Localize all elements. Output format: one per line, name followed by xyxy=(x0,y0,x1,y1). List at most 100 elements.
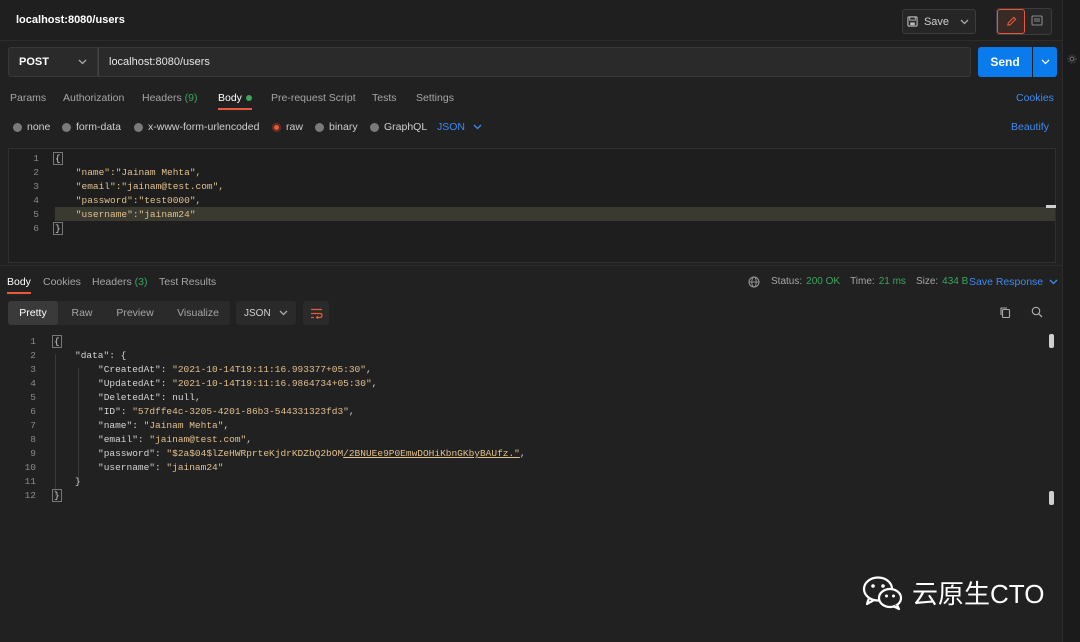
view-visualize-button[interactable]: Visualize xyxy=(166,301,230,325)
json-key: "email" xyxy=(98,434,138,445)
method-select[interactable]: POST xyxy=(8,47,98,77)
view-preview-button[interactable]: Preview xyxy=(106,301,164,325)
json-value: "2021-10-14T19:11:16.993377+05:30" xyxy=(172,364,366,375)
radio-none[interactable]: none xyxy=(13,121,50,133)
cookies-link[interactable]: Cookies xyxy=(1016,92,1054,104)
code-line: { xyxy=(52,335,62,348)
tab-headers[interactable]: Headers (9) xyxy=(142,92,197,104)
code-line: "CreatedAt": "2021-10-14T19:11:16.993377… xyxy=(98,364,372,375)
line-number: 7 xyxy=(30,420,36,431)
save-response-button[interactable]: Save Response xyxy=(969,276,1058,288)
line-number: 4 xyxy=(33,195,39,206)
status-value[interactable]: 200 OK xyxy=(806,276,840,287)
copy-icon[interactable] xyxy=(999,306,1011,322)
radio-label: none xyxy=(27,121,51,133)
line-number: 5 xyxy=(30,392,36,403)
status-label: Status: xyxy=(771,276,803,287)
radio-raw[interactable]: raw xyxy=(272,121,303,133)
tab-label: Settings xyxy=(416,92,454,104)
time-label: Time: xyxy=(850,276,875,287)
response-tab-test-results[interactable]: Test Results xyxy=(159,276,216,288)
line-number: 12 xyxy=(24,490,36,501)
watermark: 云原生CTO xyxy=(862,574,1044,611)
indent-guide xyxy=(78,368,79,482)
save-button[interactable]: Save xyxy=(902,9,954,34)
chevron-down-icon xyxy=(78,59,87,65)
tab-label: Test Results xyxy=(159,276,217,288)
save-label: Save xyxy=(923,15,950,28)
json-key: "ID" xyxy=(98,406,121,417)
code-text: : { xyxy=(109,350,127,361)
code-text: , xyxy=(194,392,201,403)
search-icon[interactable] xyxy=(1031,306,1043,321)
response-tab-body[interactable]: Body xyxy=(7,276,31,288)
document-icon xyxy=(1031,15,1043,26)
chevron-down-icon xyxy=(960,19,968,24)
code-line: } xyxy=(52,489,62,502)
line-number: 10 xyxy=(24,462,36,473)
code-line: } xyxy=(75,476,81,487)
radio-binary[interactable]: binary xyxy=(315,121,358,133)
method-value: POST xyxy=(19,56,49,68)
line-number: 11 xyxy=(24,476,36,487)
watermark-text: 云原生CTO xyxy=(912,579,1045,609)
active-tab-indicator xyxy=(218,108,252,110)
edit-mode-button[interactable] xyxy=(997,9,1025,34)
code-line: "data": { xyxy=(75,350,126,361)
tab-label: Params xyxy=(10,92,47,104)
body-format-select[interactable]: JSON xyxy=(437,121,482,133)
save-options-button[interactable] xyxy=(953,9,976,34)
time-value[interactable]: 21 ms xyxy=(879,276,906,287)
code-line: } xyxy=(53,222,63,235)
json-value: "2021-10-14T19:11:16.9864734+05:30" xyxy=(172,378,372,389)
settings-icon[interactable] xyxy=(1067,54,1077,64)
beautify-link[interactable]: Beautify xyxy=(1011,121,1049,133)
send-options-button[interactable] xyxy=(1033,47,1057,77)
line-number: 1 xyxy=(30,336,36,347)
response-tab-cookies[interactable]: Cookies xyxy=(43,276,81,288)
view-pretty-button[interactable]: Pretty xyxy=(8,301,58,325)
scrollbar-thumb[interactable] xyxy=(1049,334,1054,348)
radio-x-www-form-urlencoded[interactable]: x-www-form-urlencoded xyxy=(134,121,259,133)
wrap-lines-button[interactable] xyxy=(303,301,329,325)
tab-count: (3) xyxy=(134,276,148,288)
size-value[interactable]: 434 B xyxy=(942,276,968,287)
save-response-label: Save Response xyxy=(969,276,1044,288)
radio-label: GraphQL xyxy=(384,121,428,133)
line-number: 8 xyxy=(30,434,36,445)
code-text: { xyxy=(52,335,62,348)
tab-params[interactable]: Params xyxy=(10,92,46,104)
radio-form-data[interactable]: form-data xyxy=(62,121,121,133)
send-button[interactable]: Send xyxy=(978,47,1032,77)
request-body-editor[interactable]: 1 2 3 4 5 6 { "name":"Jainam Mehta", "em… xyxy=(8,148,1056,263)
code-text: , xyxy=(348,406,355,417)
code-line: "name": "Jainam Mehta", xyxy=(98,420,230,431)
response-divider[interactable] xyxy=(0,265,1062,266)
radio-circle xyxy=(315,122,324,132)
code-text: , xyxy=(365,364,372,375)
editor-scroll-marker[interactable] xyxy=(1046,205,1056,208)
tab-label: Headers xyxy=(142,92,182,104)
tab-count: (9) xyxy=(184,92,198,104)
tab-pre-request-script[interactable]: Pre-request Script xyxy=(271,92,356,104)
documentation-mode-button[interactable] xyxy=(1025,9,1049,32)
radio-circle-selected xyxy=(272,122,281,132)
json-value: "57dffe4c-3205-4201-86b3-544331323fd3" xyxy=(132,406,349,417)
indent-guide xyxy=(55,354,56,496)
radio-graphql[interactable]: GraphQL xyxy=(370,121,427,133)
response-tab-headers[interactable]: Headers (3) xyxy=(92,276,147,288)
code-text: , xyxy=(246,434,252,445)
url-input[interactable] xyxy=(98,47,971,77)
response-format-select[interactable]: JSON xyxy=(236,301,296,325)
view-raw-button[interactable]: Raw xyxy=(60,301,104,325)
tab-body[interactable]: Body xyxy=(218,92,252,104)
tab-settings[interactable]: Settings xyxy=(416,92,454,104)
tab-tests[interactable]: Tests xyxy=(372,92,397,104)
tab-authorization[interactable]: Authorization xyxy=(63,92,124,104)
scrollbar-thumb[interactable] xyxy=(1049,491,1054,505)
json-value-link[interactable]: /2BNUEe9P0EmwDOHiKbnGKbyBAUfz." xyxy=(343,448,520,459)
code-text: } xyxy=(52,489,62,502)
tab-label: Body xyxy=(218,92,242,104)
globe-icon[interactable] xyxy=(748,276,760,291)
radio-circle xyxy=(62,122,71,132)
